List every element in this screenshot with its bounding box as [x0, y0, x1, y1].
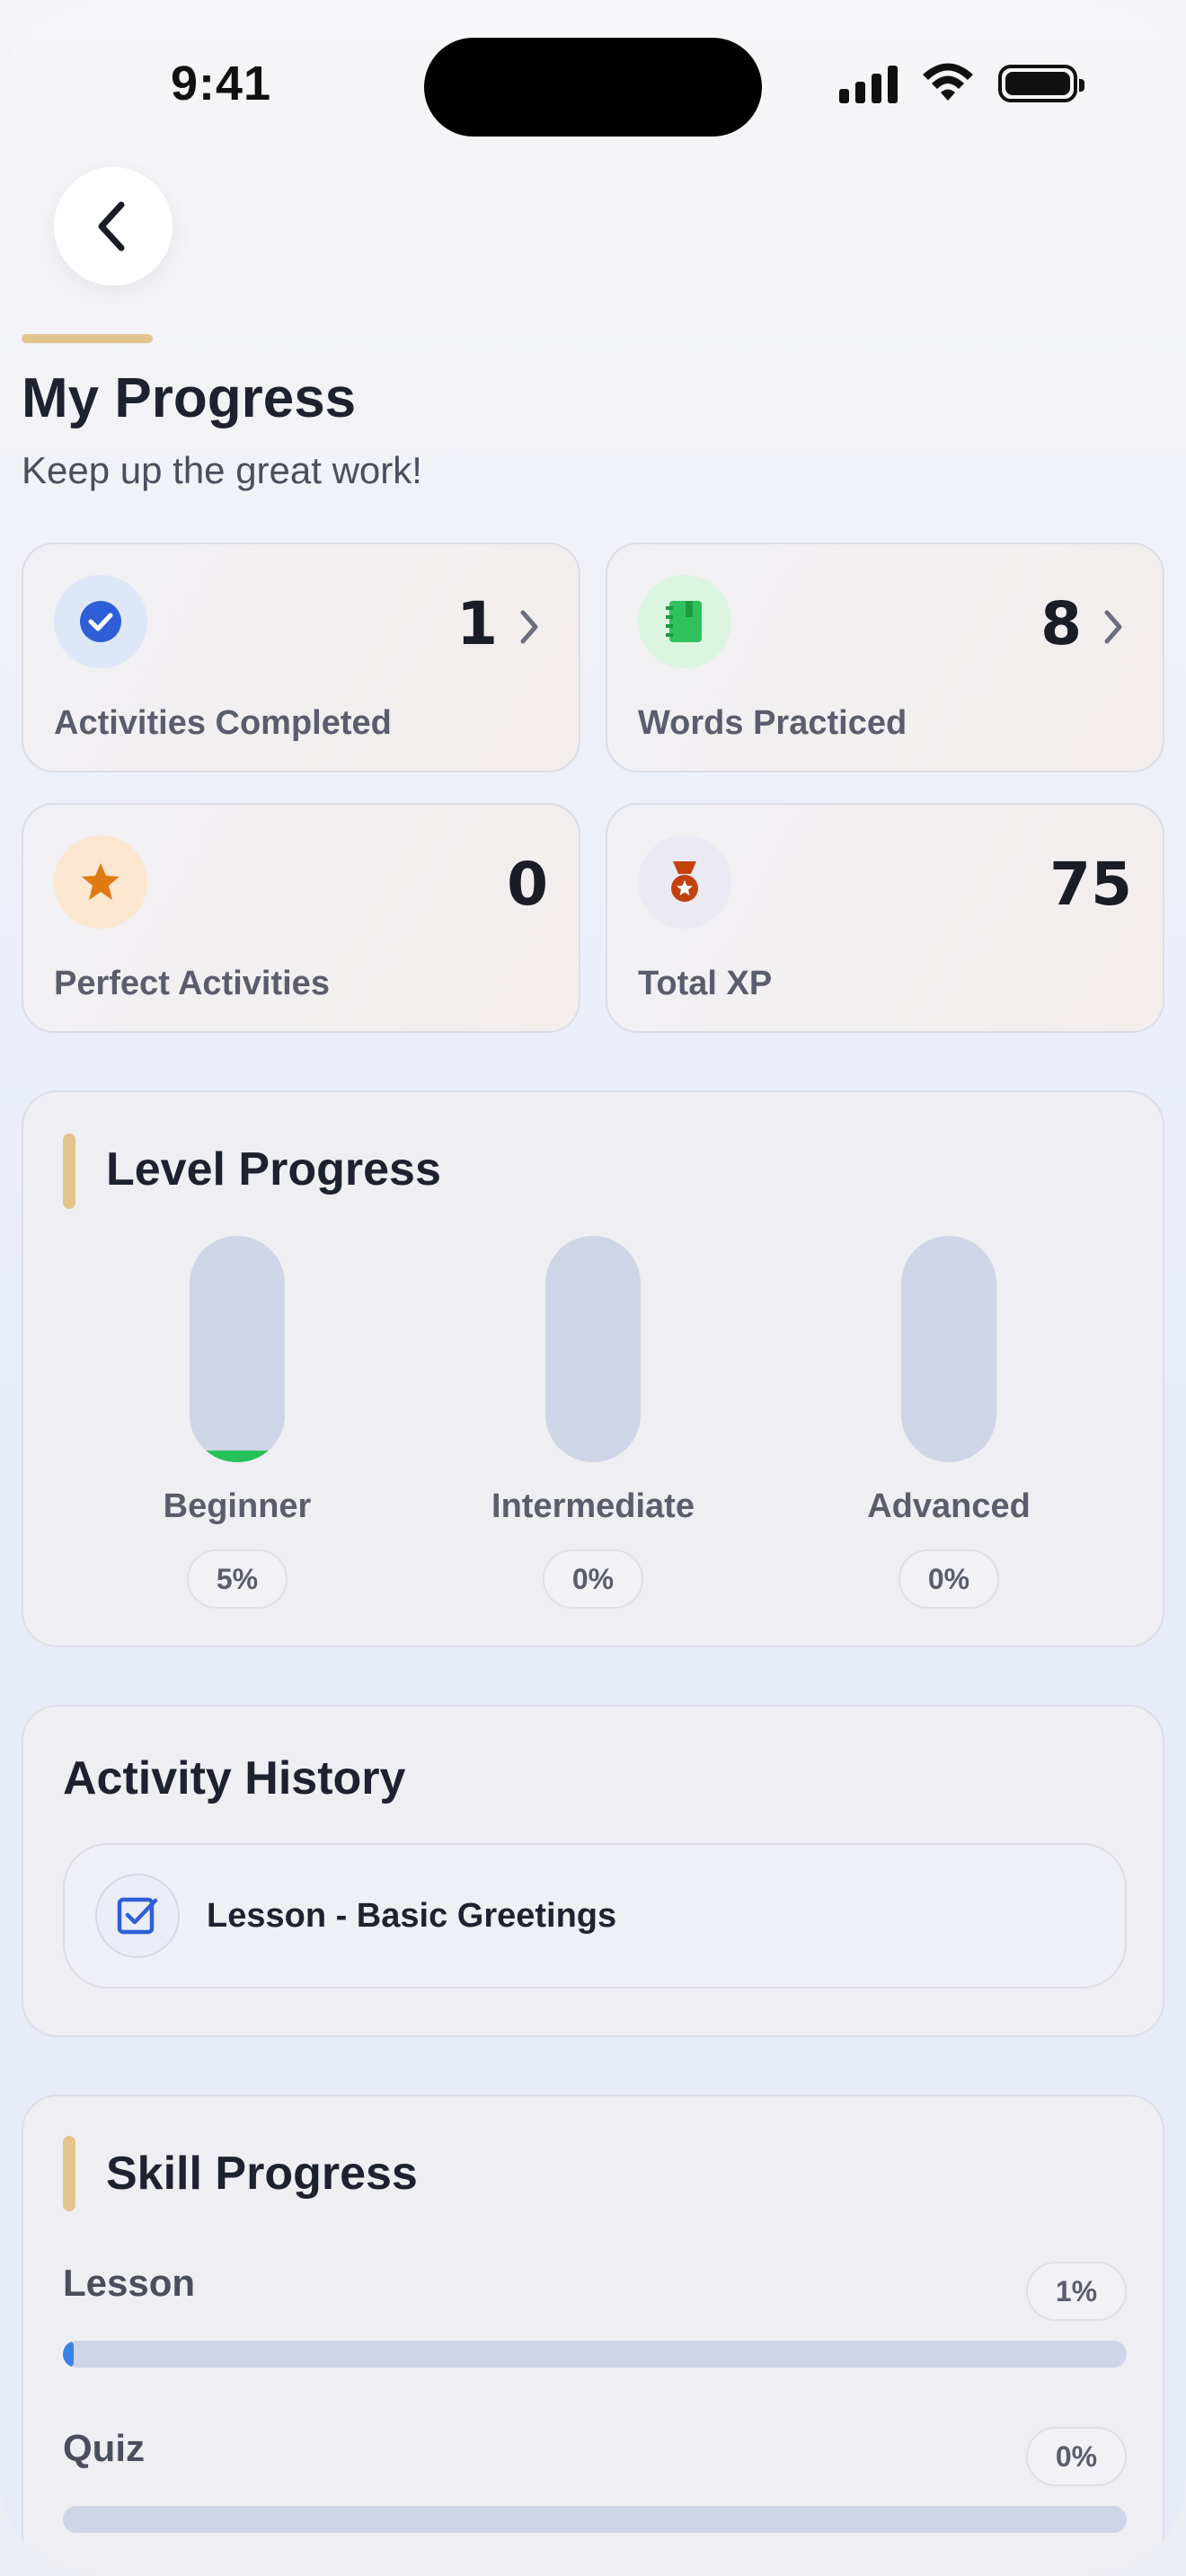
skill-progress-section: Skill Progress Lesson 1% Quiz 0%: [22, 2095, 1164, 2576]
stat-card-activities-completed[interactable]: 1 Activities Completed: [22, 543, 580, 772]
stat-value: 0: [507, 850, 548, 919]
stat-label: Total XP: [638, 965, 773, 1002]
check-circle-icon: [54, 575, 147, 668]
stat-card-total-xp: 75 Total XP: [606, 803, 1164, 1033]
skill-percent-badge: 1%: [1026, 2262, 1127, 2321]
chevron-left-icon: [98, 201, 125, 251]
stat-label: Words Practiced: [638, 704, 907, 742]
medal-icon: [638, 835, 731, 929]
back-button[interactable]: [54, 167, 173, 286]
chevron-right-icon: [1104, 610, 1122, 644]
section-accent-bar: [63, 1134, 75, 1209]
level-column-intermediate: Intermediate 0%: [458, 1236, 728, 1609]
level-progress-section: Level Progress Beginner 5% Intermediate …: [22, 1090, 1164, 1647]
level-percent-badge: 5%: [187, 1549, 288, 1609]
skill-progress-fill: [63, 2341, 74, 2368]
section-accent-bar: [63, 2136, 75, 2211]
title-accent-line: [22, 334, 153, 343]
section-title: Skill Progress: [106, 2148, 418, 2200]
level-percent-badge: 0%: [543, 1549, 643, 1609]
stat-value: 8: [1040, 589, 1082, 658]
skill-name: Quiz: [63, 2427, 145, 2469]
app-screen: 9:41 My Progress Keep up the great work!…: [0, 0, 1186, 2576]
activity-history-section: Activity History Lesson - Basic Greeting…: [22, 1705, 1164, 2037]
stat-value: 75: [1049, 850, 1132, 919]
status-time: 9:41: [171, 57, 272, 110]
page-title: My Progress: [22, 367, 357, 429]
battery-icon: [998, 65, 1084, 102]
skill-progress-track: [63, 2341, 1127, 2368]
stat-value: 1: [456, 589, 498, 658]
level-column-beginner: Beginner 5%: [102, 1236, 372, 1609]
level-name: Intermediate: [491, 1487, 695, 1525]
status-icons: [839, 63, 1084, 104]
page-subtitle: Keep up the great work!: [22, 449, 422, 491]
level-progress-fill: [190, 1451, 285, 1462]
level-progress-track: [545, 1236, 641, 1462]
skill-percent-badge: 0%: [1026, 2427, 1127, 2486]
section-title: Level Progress: [106, 1143, 441, 1195]
chevron-right-icon: [520, 610, 538, 644]
section-title: Activity History: [63, 1752, 406, 1804]
cellular-signal-icon: [839, 64, 898, 103]
history-item-label: Lesson - Basic Greetings: [207, 1897, 617, 1935]
skill-progress-track: [63, 2506, 1127, 2533]
stat-label: Activities Completed: [54, 704, 392, 742]
star-icon: [54, 835, 147, 929]
stat-card-perfect-activities: 0 Perfect Activities: [22, 803, 580, 1033]
checkbox-icon: [95, 1874, 180, 1958]
level-name: Advanced: [867, 1487, 1031, 1525]
level-name: Beginner: [163, 1487, 312, 1525]
level-progress-track: [190, 1236, 285, 1462]
level-percent-badge: 0%: [898, 1549, 999, 1609]
skill-name: Lesson: [63, 2262, 196, 2304]
stat-card-words-practiced[interactable]: 8 Words Practiced: [606, 543, 1164, 772]
wifi-icon: [923, 63, 973, 101]
level-progress-track: [901, 1236, 996, 1462]
dynamic-island: [424, 38, 762, 137]
stat-label: Perfect Activities: [54, 965, 330, 1002]
history-item[interactable]: Lesson - Basic Greetings: [63, 1843, 1127, 1989]
level-column-advanced: Advanced 0%: [814, 1236, 1084, 1609]
notebook-icon: [638, 575, 731, 668]
